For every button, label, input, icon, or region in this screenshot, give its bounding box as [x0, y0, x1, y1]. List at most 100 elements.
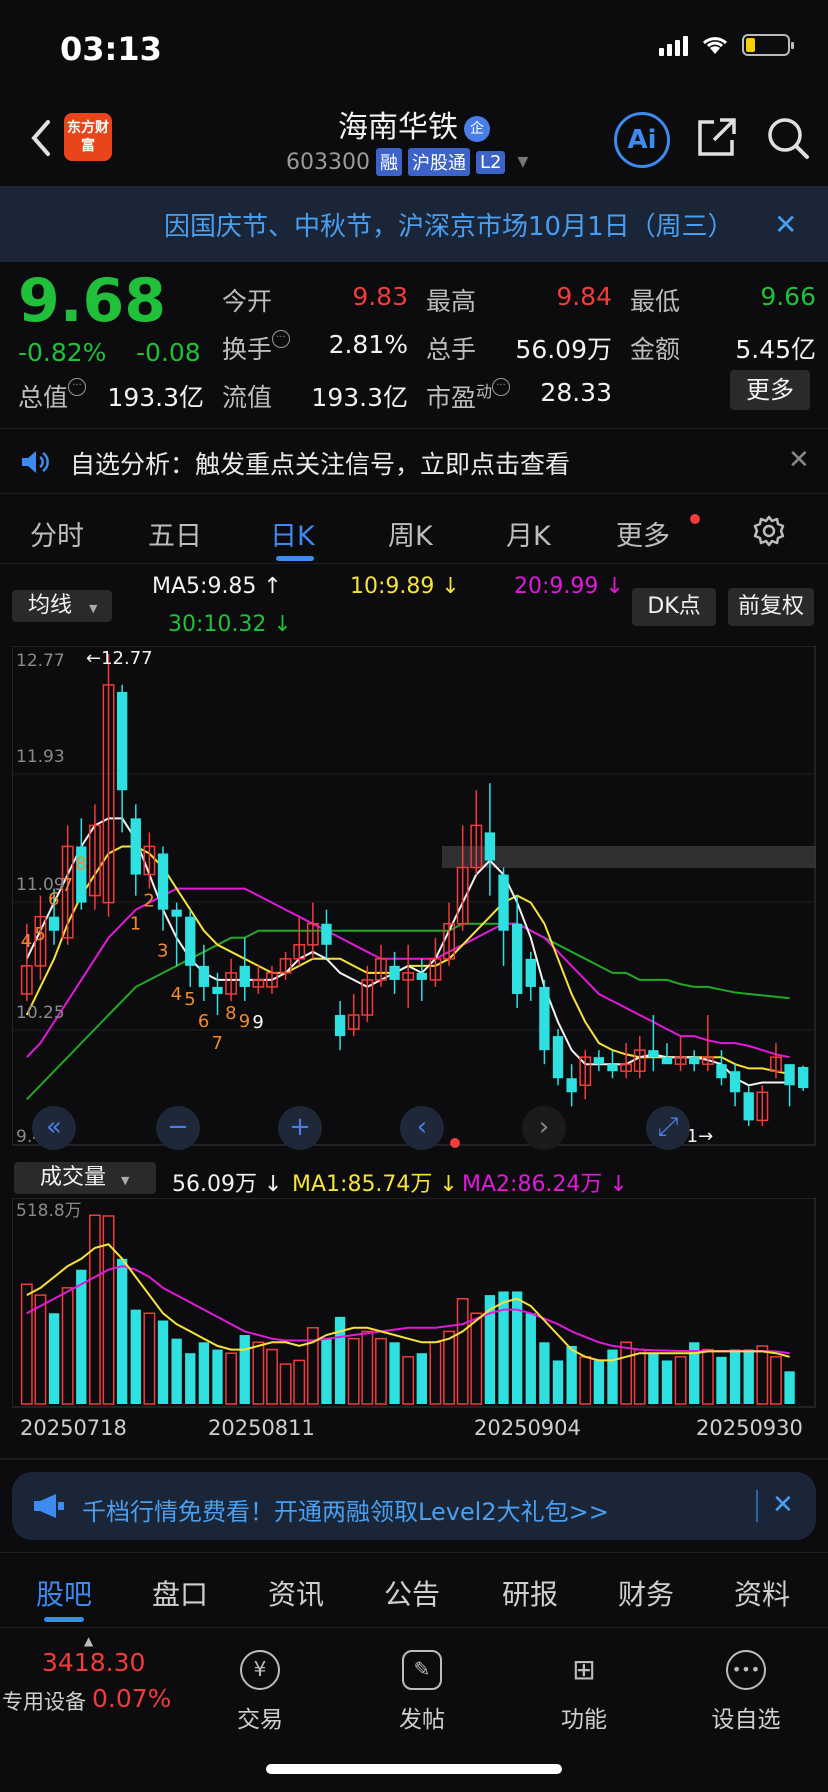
close-icon[interactable]: ✕	[772, 1490, 794, 1520]
signal-label: 5	[184, 989, 195, 1010]
high-value: 9.84	[556, 282, 612, 311]
functions-button[interactable]: ⊞ 功能	[524, 1650, 644, 1734]
zoom-in-icon[interactable]: +	[278, 1106, 322, 1150]
volume-bar	[716, 1356, 727, 1404]
tab-profile[interactable]: 资料	[734, 1573, 790, 1613]
dropdown-arrow-icon: ▼	[121, 1174, 130, 1187]
candle-body	[607, 1064, 618, 1072]
speaker-icon	[22, 451, 49, 473]
tab-announcements[interactable]: 公告	[384, 1573, 440, 1613]
tab-five-day[interactable]: 五日	[148, 514, 202, 553]
volume-bar	[48, 1313, 60, 1404]
volume-bar	[279, 1363, 292, 1405]
arrow-down-icon: ↓	[434, 574, 460, 599]
arrow-down-icon: ↓	[266, 612, 292, 637]
candle-body	[525, 958, 536, 987]
volume-bar	[498, 1291, 509, 1404]
candle-body	[239, 965, 250, 987]
indicator-select[interactable]: 均线 ▼	[12, 590, 112, 622]
ma30-label: 30:10.32 ↓	[168, 612, 292, 637]
candles	[20, 654, 809, 1126]
pe-sup: 动	[476, 382, 493, 401]
turnover-label-wrap: 换手 ···	[222, 330, 291, 366]
post-button[interactable]: ✎ 发帖	[362, 1650, 482, 1734]
share-icon[interactable]	[696, 116, 738, 158]
more-circle-icon: •••	[726, 1650, 766, 1690]
candle-body	[566, 1078, 577, 1093]
mktcap-label: 总值	[18, 383, 69, 412]
volume-ma2-line	[26, 1265, 790, 1355]
kline-chart[interactable]: 546781234 5678 9 9 12.77 11.93 11.09 10.25 …	[12, 646, 816, 1146]
x-date-3: 20250904	[474, 1416, 581, 1440]
dk-point-button[interactable]: DK点	[632, 588, 716, 626]
change-amount: -0.08	[136, 338, 201, 367]
promo-banner[interactable]: 千档行情免费看！开通两融领取Level2大礼包>> ✕	[12, 1472, 816, 1540]
info-icon[interactable]: ···	[68, 378, 87, 396]
volume-indicator-select[interactable]: 成交量 ▼	[14, 1162, 156, 1194]
signal-label: 8	[75, 854, 86, 875]
volume-bar	[171, 1338, 182, 1404]
trade-label: 交易	[237, 1707, 283, 1733]
trade-button[interactable]: ¥ 交易	[200, 1650, 320, 1734]
volume-chart[interactable]: 518.8万	[12, 1198, 816, 1408]
ma30-value: 30:10.32	[168, 612, 267, 637]
candle-body	[593, 1057, 605, 1065]
notice-text: 因国庆节、中秋节，沪深京市场10月1日（周三）	[164, 212, 734, 242]
battery-icon	[742, 34, 794, 56]
volume-bar	[456, 1297, 469, 1405]
holiday-notice-banner[interactable]: 因国庆节、中秋节，沪深京市场10月1日（周三） ✕	[0, 186, 828, 262]
amount-label: 金额	[630, 335, 681, 364]
open-value: 9.83	[352, 282, 408, 311]
zoom-out-icon[interactable]: −	[156, 1106, 200, 1150]
volume-bar	[347, 1337, 360, 1405]
close-icon[interactable]: ✕	[774, 208, 797, 241]
price-zone-band	[442, 846, 816, 868]
gear-icon[interactable]	[752, 514, 786, 548]
tab-pankou[interactable]: 盘口	[152, 1573, 208, 1613]
candle-body	[185, 916, 196, 966]
fullscreen-icon[interactable]: ⤢	[646, 1106, 690, 1150]
tab-research[interactable]: 研报	[502, 1573, 558, 1613]
candle-body	[212, 986, 223, 994]
tab-guba[interactable]: 股吧	[36, 1573, 92, 1613]
search-icon[interactable]	[766, 116, 810, 160]
scroll-left-icon[interactable]: ‹	[400, 1106, 444, 1150]
tab-finance[interactable]: 财务	[618, 1573, 674, 1613]
tab-monthly-k[interactable]: 月K	[506, 514, 551, 553]
info-icon[interactable]: ···	[492, 378, 511, 396]
tab-more[interactable]: 更多	[616, 514, 670, 553]
analysis-bar[interactable]: 自选分析：触发重点关注信号，立即点击查看 ✕	[0, 428, 828, 494]
scroll-left-fast-icon[interactable]: «	[32, 1106, 76, 1150]
tab-weekly-k[interactable]: 周K	[388, 514, 433, 553]
arrow-up-icon: ↑	[256, 574, 282, 599]
more-button[interactable]: 更多	[730, 370, 810, 410]
volume-bar	[212, 1349, 223, 1404]
volume-bars	[20, 1214, 795, 1405]
turnover-value: 2.81%	[328, 330, 408, 359]
forward-adjust-button[interactable]: 前复权	[728, 588, 814, 626]
volume-max-label: 518.8万	[16, 1201, 82, 1221]
signal-label: 4	[171, 984, 182, 1005]
volume-bar	[470, 1312, 483, 1405]
signal-label: 7	[212, 1033, 223, 1054]
tab-daily-k[interactable]: 日K	[270, 514, 315, 553]
volume-bar	[729, 1349, 741, 1404]
volume-current: 56.09万 ↓	[172, 1166, 282, 1198]
post-label: 发帖	[399, 1707, 445, 1733]
ai-assistant-icon[interactable]: Ai	[614, 112, 670, 168]
scroll-right-icon[interactable]: ›	[522, 1106, 566, 1150]
low-label: 最低	[630, 287, 681, 316]
indicator-dot	[450, 1138, 460, 1148]
candle-body	[716, 1064, 727, 1079]
ma5-value: MA5:9.85	[152, 574, 257, 599]
signal-label: 9	[252, 1012, 263, 1033]
tab-intraday[interactable]: 分时	[30, 514, 84, 553]
volume-ma2: MA2:86.24万 ↓	[462, 1166, 628, 1198]
stock-code-row[interactable]: 603300 融 沪股通 L2 ▼	[286, 148, 528, 176]
add-watchlist-button[interactable]: ••• 设自选	[686, 1650, 806, 1734]
candle-body	[784, 1064, 795, 1086]
close-icon[interactable]: ✕	[788, 445, 810, 475]
info-icon[interactable]: ···	[272, 330, 291, 348]
tab-news[interactable]: 资讯	[268, 1573, 324, 1613]
turnover-label: 换手	[222, 335, 273, 364]
